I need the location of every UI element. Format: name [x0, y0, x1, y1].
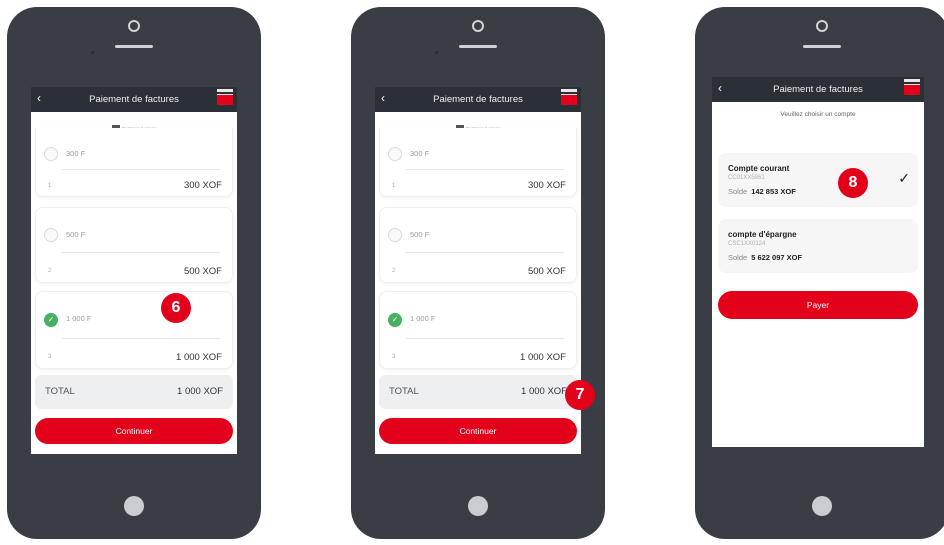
bills-screen: ‹ Paiement de factures Factures à payer … [31, 87, 237, 454]
balance-label: Solde [728, 253, 748, 262]
bill-amount: 1 000 XOF [176, 352, 222, 363]
bill-label: 1 000 F [410, 314, 436, 323]
title-bar: ‹ Paiement de factures [375, 87, 581, 112]
balance-value: 5 622 097 XOF [751, 253, 803, 262]
choose-account-prompt: Veuillez choisir un compte [780, 111, 856, 118]
phone-frame-2: ‹ Paiement de factures Factures à payer … [351, 7, 605, 539]
camera-icon [128, 20, 140, 32]
total-box: TOTAL 1 000 XOF [35, 375, 233, 409]
continue-button[interactable]: Continuer [35, 418, 233, 444]
bill-amount: 300 XOF [527, 180, 566, 191]
bill-label: 1 000 F [66, 314, 92, 323]
bill-amount: 300 XOF [183, 180, 222, 191]
bank-logo-icon [217, 89, 233, 105]
bill-index: 2 [48, 268, 52, 274]
bills-screen: ‹ Paiement de factures Factures à payer … [375, 87, 581, 454]
bill-index: 2 [392, 268, 396, 274]
sensor-dot [91, 51, 94, 54]
total-value: 1 000 XOF [177, 386, 223, 397]
bill-card-3[interactable]: ✓ 1 000 F 3 1 000 XOF [35, 291, 233, 369]
bill-index: 1 [48, 183, 52, 189]
bill-amount: 1 000 XOF [520, 352, 566, 363]
total-value: 1 000 XOF [521, 386, 567, 397]
divider [62, 169, 220, 170]
radio-unchecked[interactable] [388, 228, 402, 242]
bill-card-2[interactable]: 500 F 2 500 XOF [35, 207, 233, 283]
page-title: Paiement de factures [89, 94, 179, 105]
bill-card-3[interactable]: ✓ 1 000 F 3 1 000 XOF [379, 291, 577, 369]
bill-label: 500 F [410, 230, 430, 239]
bill-label: 300 F [410, 149, 430, 158]
bank-logo-icon [904, 79, 920, 95]
balance-label: Solde [728, 187, 748, 196]
step-badge-8: 8 [838, 168, 868, 198]
bill-amount: 500 XOF [183, 266, 222, 277]
divider [62, 338, 220, 339]
bank-logo-icon [561, 89, 577, 105]
divider [62, 252, 220, 253]
account-number: CSC1XX0124 [728, 241, 766, 247]
account-select-screen: ‹ Paiement de factures Veuillez choisir … [712, 77, 924, 447]
bill-index: 3 [392, 354, 396, 360]
home-button[interactable] [124, 496, 144, 516]
account-card-savings[interactable]: compte d'épargne CSC1XX0124 Solde 5 622 0… [718, 219, 918, 273]
home-button[interactable] [812, 496, 832, 516]
title-bar: ‹ Paiement de factures [31, 87, 237, 112]
step-badge-7: 7 [565, 380, 595, 410]
divider [406, 252, 564, 253]
step-badge-6: 6 [161, 293, 191, 323]
divider [406, 169, 564, 170]
camera-icon [816, 20, 828, 32]
bill-card-1[interactable]: 300 F 1 300 XOF [379, 128, 577, 197]
speaker-grille [803, 45, 841, 48]
page-title: Paiement de factures [773, 84, 863, 95]
continue-button[interactable]: Continuer [379, 418, 577, 444]
account-name: compte d'épargne [728, 230, 797, 239]
bill-index: 3 [48, 354, 52, 360]
account-card-current[interactable]: Compte courant CC01XX5861 Solde 142 853 X… [718, 153, 918, 207]
account-balance-row: Solde 142 853 XOF [728, 187, 796, 196]
bill-card-1[interactable]: 300 F 1 300 XOF [35, 128, 233, 197]
total-box: TOTAL 1 000 XOF [379, 375, 577, 409]
account-balance-row: Solde 5 622 097 XOF [728, 253, 802, 262]
bill-label: 300 F [66, 149, 86, 158]
title-bar: ‹ Paiement de factures [712, 77, 924, 102]
bill-amount: 500 XOF [527, 266, 566, 277]
balance-value: 142 853 XOF [751, 187, 796, 196]
account-number: CC01XX5861 [728, 175, 765, 181]
speaker-grille [459, 45, 497, 48]
phone-frame-3: ‹ Paiement de factures Veuillez choisir … [695, 7, 944, 539]
radio-checked-icon[interactable]: ✓ [388, 313, 402, 327]
checkmark-icon: ✓ [898, 170, 910, 186]
bill-card-2[interactable]: 500 F 2 500 XOF [379, 207, 577, 283]
radio-unchecked[interactable] [44, 147, 58, 161]
radio-unchecked[interactable] [44, 228, 58, 242]
bill-index: 1 [392, 183, 396, 189]
home-button[interactable] [468, 496, 488, 516]
account-name: Compte courant [728, 164, 790, 173]
bill-label: 500 F [66, 230, 86, 239]
phone-frame-1: ‹ Paiement de factures Factures à payer … [7, 7, 261, 539]
camera-icon [472, 20, 484, 32]
total-label: TOTAL [45, 386, 75, 397]
radio-unchecked[interactable] [388, 147, 402, 161]
divider [406, 338, 564, 339]
pay-button[interactable]: Payer [718, 291, 918, 319]
total-label: TOTAL [389, 386, 419, 397]
radio-checked-icon[interactable]: ✓ [44, 313, 58, 327]
speaker-grille [115, 45, 153, 48]
sensor-dot [435, 51, 438, 54]
page-title: Paiement de factures [433, 94, 523, 105]
